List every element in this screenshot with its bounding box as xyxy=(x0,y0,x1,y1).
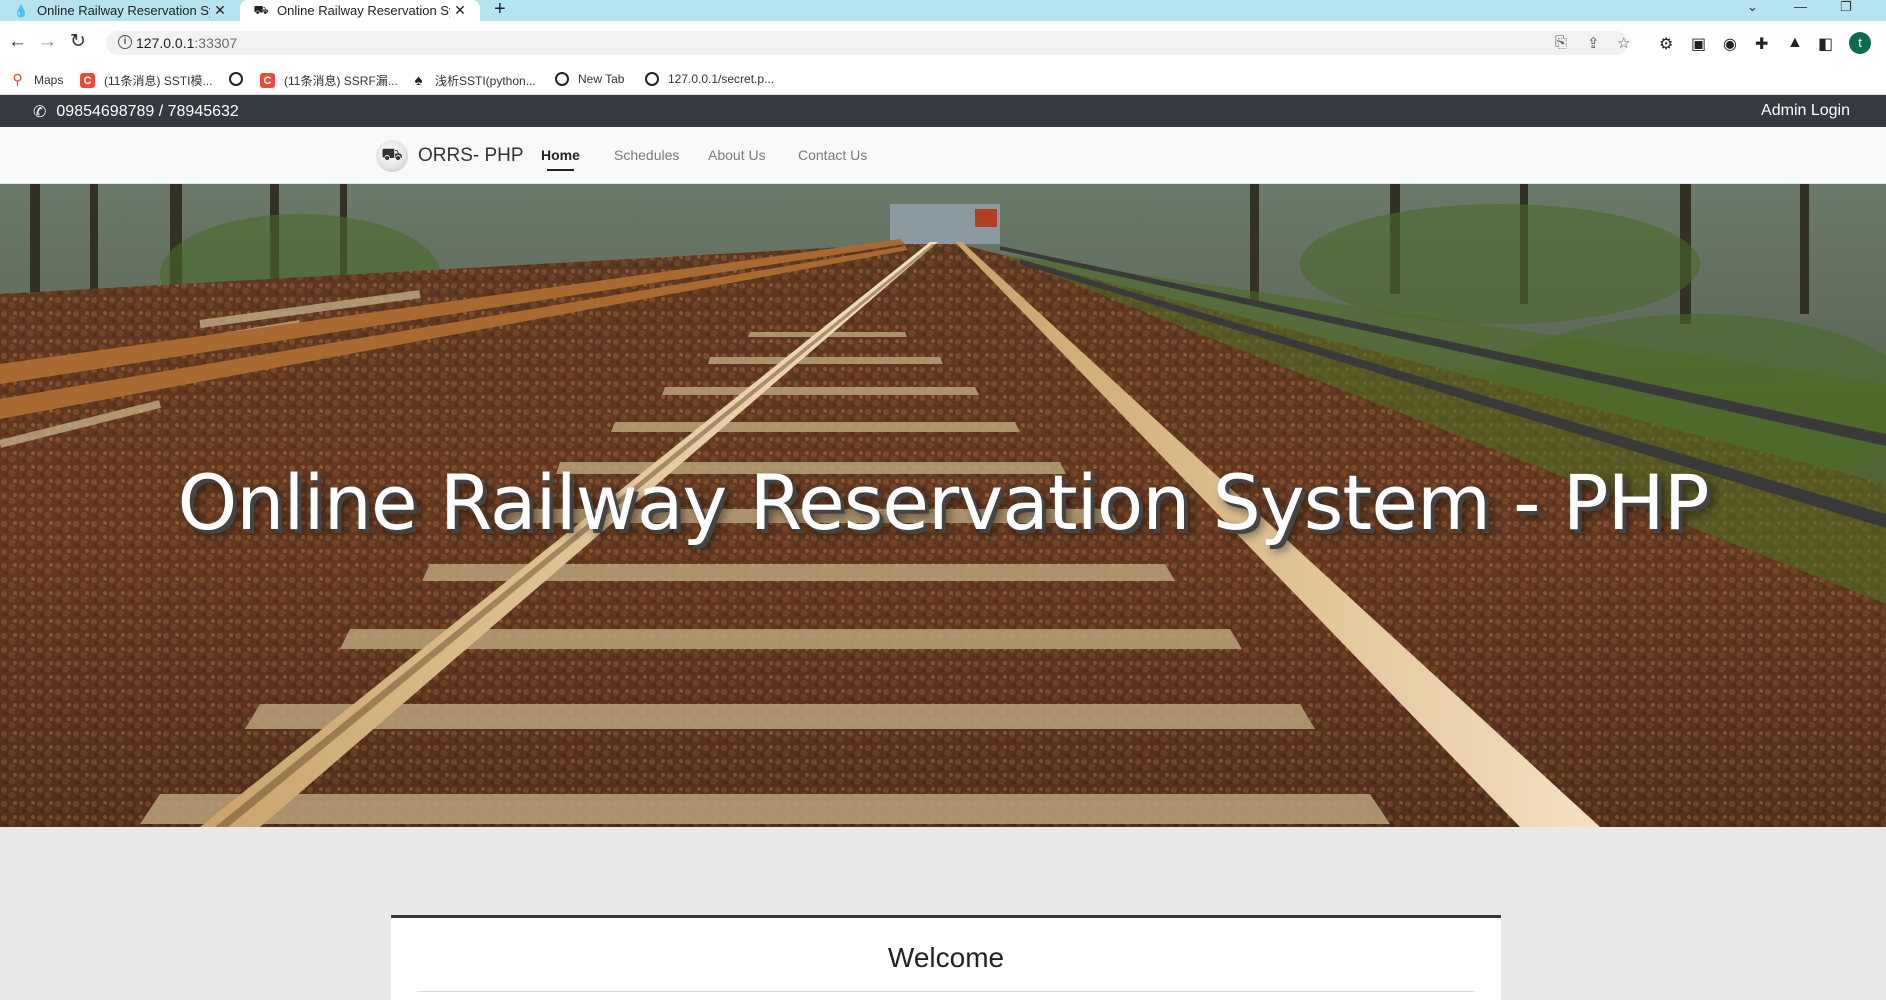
browser-tab-2[interactable]: ⛟ Online Railway Reservation Sy ✕ xyxy=(240,0,480,21)
train-logo-icon: ⛟ xyxy=(253,2,269,17)
bookmark-item[interactable]: 127.0.0.1/secret.p... xyxy=(645,72,774,86)
hero-title: Online Railway Reservation System - PHP xyxy=(177,458,1709,547)
bookmark-item[interactable] xyxy=(229,72,252,86)
bookmark-item[interactable]: ⚲ Maps xyxy=(10,71,63,87)
bookmark-item[interactable]: C (11条消息) SSRF漏... xyxy=(260,72,398,89)
extension-circle-icon[interactable]: ◉ xyxy=(1723,34,1737,54)
forward-arrow-icon[interactable]: → xyxy=(38,32,57,52)
phone-icon: ✆ xyxy=(33,104,47,121)
reload-icon[interactable]: ↻ xyxy=(70,32,86,52)
bookmark-item[interactable]: C (11条消息) SSTI模... xyxy=(80,72,212,89)
bookmark-star-icon[interactable]: ☆ xyxy=(1617,34,1630,52)
divider xyxy=(417,991,1475,992)
globe-icon xyxy=(555,72,569,86)
nav-about-us[interactable]: About Us xyxy=(708,147,766,163)
nav-contact-us[interactable]: Contact Us xyxy=(798,147,867,163)
contact-topbar: ✆ 09854698789 / 78945632 Admin Login xyxy=(0,95,1886,127)
site-info-icon[interactable]: i xyxy=(118,35,132,49)
tab-title: Online Railway Reservation Sy xyxy=(37,3,210,18)
tab-title: Online Railway Reservation Sy xyxy=(277,3,450,18)
side-panel-icon[interactable]: ◧ xyxy=(1818,34,1833,54)
url-text[interactable]: 127.0.0.1:33307 xyxy=(136,35,237,51)
csdn-icon: C xyxy=(80,73,95,88)
spade-icon: ♠ xyxy=(414,72,423,89)
new-tab-icon[interactable]: + xyxy=(494,0,506,19)
phone-number: 09854698789 / 78945632 xyxy=(56,103,239,120)
nav-schedules[interactable]: Schedules xyxy=(614,147,679,163)
translate-icon[interactable]: ⎘ xyxy=(1555,34,1567,51)
share-icon[interactable]: ⇪ xyxy=(1587,34,1600,52)
minimize-icon[interactable]: — xyxy=(1794,0,1807,14)
phone-contact: ✆ 09854698789 / 78945632 xyxy=(33,102,239,122)
brand[interactable]: ⛟ ORRS- PHP xyxy=(376,140,524,172)
restore-icon[interactable]: ❐ xyxy=(1840,0,1852,14)
welcome-card: Welcome xyxy=(391,915,1501,1000)
brand-name: ORRS- PHP xyxy=(418,145,524,166)
labs-flask-icon[interactable]: ▲ xyxy=(1787,34,1803,52)
close-icon[interactable]: ✕ xyxy=(212,2,228,19)
close-icon[interactable]: ✕ xyxy=(452,2,468,19)
extensions-puzzle-icon[interactable]: ✚ xyxy=(1755,34,1768,54)
train-logo-icon: ⛟ xyxy=(376,140,408,172)
admin-login-link[interactable]: Admin Login xyxy=(1761,102,1850,120)
site-navbar: ⛟ ORRS- PHP Home Schedules About Us Cont… xyxy=(0,127,1886,184)
csdn-icon: C xyxy=(260,73,275,88)
browser-tab-strip: 💧 Online Railway Reservation Sy ✕ ⛟ Onli… xyxy=(0,0,1886,21)
profile-avatar[interactable]: t xyxy=(1849,32,1871,54)
globe-icon xyxy=(645,72,659,86)
hero-banner: Online Railway Reservation System - PHP xyxy=(0,184,1886,827)
drupal-drop-icon: 💧 xyxy=(13,3,29,18)
nav-home[interactable]: Home xyxy=(541,147,580,171)
globe-icon xyxy=(229,72,243,86)
browser-tab-1[interactable]: 💧 Online Railway Reservation Sy ✕ xyxy=(0,0,240,21)
extension-gear-icon[interactable]: ⚙ xyxy=(1659,34,1673,54)
bookmarks-bar: ⚲ Maps C (11条消息) SSTI模... C (11条消息) SSRF… xyxy=(0,65,1886,95)
maps-pin-icon: ⚲ xyxy=(12,71,23,87)
extension-card-icon[interactable]: ▣ xyxy=(1691,34,1706,54)
back-arrow-icon[interactable]: ← xyxy=(8,32,27,52)
welcome-heading: Welcome xyxy=(887,942,1005,973)
tab-search-chevron-icon[interactable]: ⌄ xyxy=(1747,0,1758,14)
bookmark-item[interactable]: New Tab xyxy=(555,72,624,86)
address-bar[interactable]: i 127.0.0.1:33307 ⎘ ⇪ ☆ xyxy=(106,31,1630,55)
bookmark-item[interactable]: ♠ 浅析SSTI(python... xyxy=(411,72,536,89)
